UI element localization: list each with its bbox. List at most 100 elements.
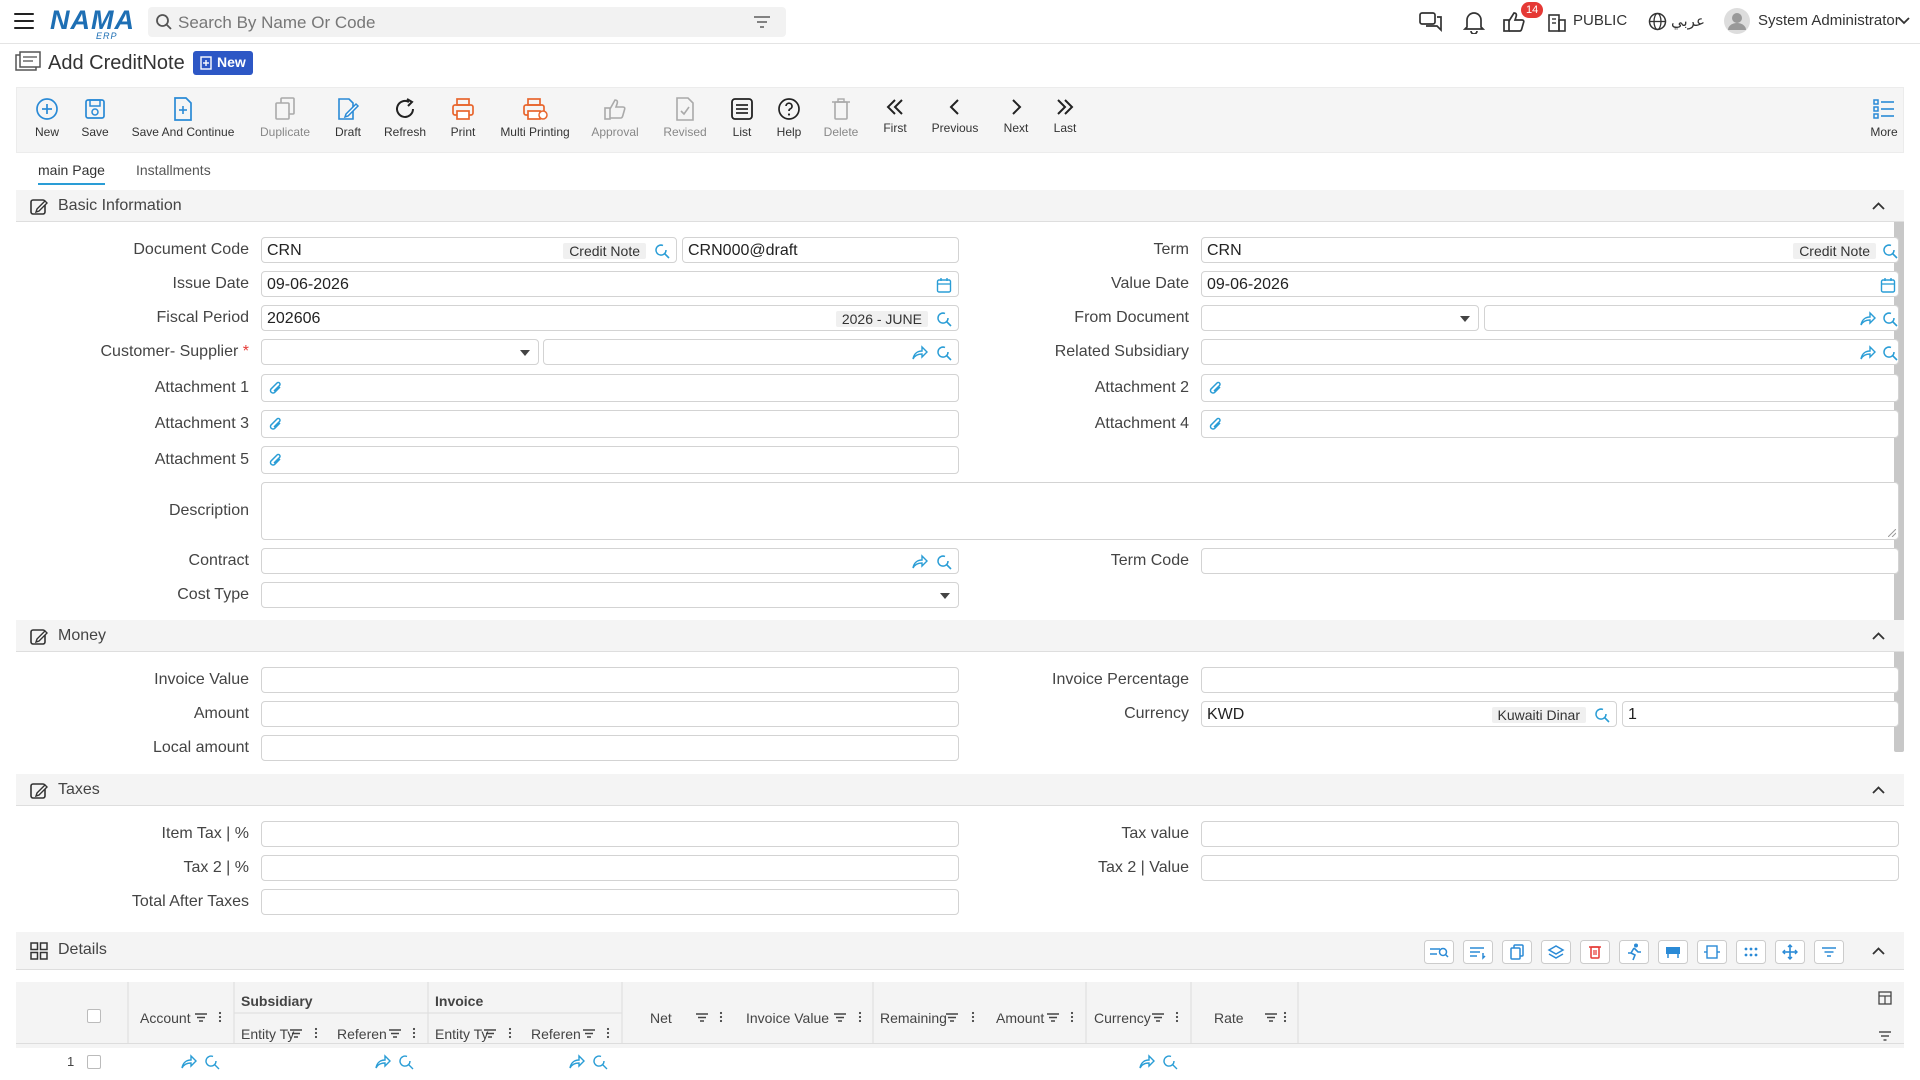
delete-row-icon[interactable]: [1580, 940, 1610, 964]
share-icon[interactable]: [1860, 311, 1876, 327]
share-icon[interactable]: [1860, 345, 1876, 361]
amount-field[interactable]: [261, 701, 959, 727]
lookup-icon[interactable]: [1882, 345, 1898, 361]
cost-type-select[interactable]: [261, 582, 959, 608]
lookup-icon[interactable]: [1594, 707, 1610, 723]
search-box[interactable]: Search By Name Or Code: [148, 7, 786, 37]
document-code-field[interactable]: CRN Credit Note: [261, 237, 677, 263]
last-button[interactable]: Last: [1050, 88, 1080, 154]
save-and-continue-button[interactable]: Save And Continue: [130, 88, 236, 154]
currency-field[interactable]: KWD Kuwaiti Dinar: [1201, 701, 1617, 727]
lookup-icon[interactable]: [1882, 311, 1898, 327]
first-button[interactable]: First: [880, 88, 910, 154]
attachment-2-field[interactable]: [1201, 374, 1899, 402]
local-amount-field[interactable]: [261, 735, 959, 761]
search-rows-icon[interactable]: [1424, 940, 1454, 964]
table-row[interactable]: 1: [16, 1048, 1904, 1080]
help-button[interactable]: Help: [773, 88, 805, 154]
document-number-field[interactable]: CRN000@draft: [682, 237, 959, 263]
search-input[interactable]: Search By Name Or Code: [178, 13, 375, 33]
paperclip-icon[interactable]: [1208, 416, 1224, 433]
calendar-icon[interactable]: [936, 277, 952, 293]
company-name[interactable]: PUBLIC: [1573, 12, 1627, 29]
chevron-up-icon[interactable]: [1872, 786, 1885, 794]
chevron-up-icon[interactable]: [1872, 947, 1885, 955]
user-name[interactable]: System Administrator: [1758, 12, 1900, 29]
lookup-icon[interactable]: [936, 311, 952, 327]
avatar[interactable]: [1724, 8, 1750, 34]
revised-button[interactable]: Revised: [660, 88, 710, 154]
customer-supplier-select[interactable]: [261, 339, 539, 365]
bell-icon[interactable]: [1463, 10, 1485, 34]
previous-button[interactable]: Previous: [928, 88, 982, 154]
chat-icon[interactable]: [1419, 11, 1443, 33]
save-button[interactable]: Save: [77, 88, 113, 154]
share-icon[interactable]: [912, 345, 928, 361]
fit-columns-icon[interactable]: [1697, 940, 1727, 964]
invoice-percentage-field[interactable]: [1201, 667, 1899, 693]
filter-icon[interactable]: [1814, 940, 1844, 964]
contract-field[interactable]: [261, 548, 959, 574]
table-settings-icon[interactable]: [1658, 940, 1688, 964]
more-button[interactable]: More: [1867, 88, 1901, 154]
description-textarea[interactable]: [261, 482, 1899, 540]
issue-date-field[interactable]: 09-06-2026: [261, 271, 959, 297]
section-money[interactable]: Money: [16, 620, 1904, 652]
tax2-field[interactable]: [261, 855, 959, 881]
value-date-field[interactable]: 09-06-2026: [1201, 271, 1899, 297]
duplicate-button[interactable]: Duplicate: [257, 88, 313, 154]
run-icon[interactable]: [1619, 940, 1649, 964]
section-taxes[interactable]: Taxes: [16, 774, 1904, 806]
print-button[interactable]: Print: [445, 88, 481, 154]
new-button[interactable]: New: [28, 88, 66, 154]
next-button[interactable]: Next: [1000, 88, 1032, 154]
lookup-icon[interactable]: [936, 345, 952, 361]
grid-columns-icon[interactable]: [1878, 991, 1892, 1005]
delete-button[interactable]: Delete: [821, 88, 861, 154]
layers-icon[interactable]: [1541, 940, 1571, 964]
related-subsidiary-field[interactable]: [1201, 339, 1899, 365]
paperclip-icon[interactable]: [268, 452, 284, 469]
chevron-up-icon[interactable]: [1872, 632, 1885, 640]
lookup-icon[interactable]: [1882, 243, 1898, 259]
resize-handle-icon[interactable]: [1888, 529, 1896, 537]
from-document-select[interactable]: [1201, 305, 1479, 331]
grid-filter-icon[interactable]: [1878, 1030, 1892, 1042]
draft-button[interactable]: Draft: [331, 88, 365, 154]
attachment-5-field[interactable]: [261, 446, 959, 474]
section-basic-information[interactable]: Basic Information: [16, 190, 1904, 222]
chevron-up-icon[interactable]: [1872, 202, 1885, 210]
from-document-field[interactable]: [1484, 305, 1899, 331]
term-code-field[interactable]: [1201, 548, 1899, 574]
tab-installments[interactable]: Installments: [136, 162, 211, 178]
calendar-icon[interactable]: [1880, 277, 1896, 293]
currency-rate-field[interactable]: 1: [1622, 701, 1899, 727]
dots-grid-icon[interactable]: [1736, 940, 1766, 964]
paperclip-icon[interactable]: [1208, 380, 1224, 397]
add-row-icon[interactable]: [1463, 940, 1493, 964]
share-icon[interactable]: [912, 554, 928, 570]
lookup-icon[interactable]: [936, 554, 952, 570]
approval-button[interactable]: Approval: [588, 88, 642, 154]
multi-printing-button[interactable]: Multi Printing: [496, 88, 574, 154]
language-switch[interactable]: عربي: [1671, 12, 1705, 30]
logo[interactable]: NAMA ERP: [50, 5, 135, 41]
attachment-1-field[interactable]: [261, 374, 959, 402]
globe-icon[interactable]: [1648, 12, 1667, 31]
move-icon[interactable]: [1775, 940, 1805, 964]
tax-value-field[interactable]: [1201, 821, 1899, 847]
fiscal-period-field[interactable]: 202606 2026 - JUNE: [261, 305, 959, 331]
row-action-icons[interactable]: [16, 1048, 1216, 1080]
chevron-down-icon[interactable]: [1898, 17, 1910, 25]
refresh-button[interactable]: Refresh: [380, 88, 430, 154]
paperclip-icon[interactable]: [268, 416, 284, 433]
tab-main-page[interactable]: main Page: [38, 162, 105, 185]
filter-icon[interactable]: [754, 15, 770, 29]
lookup-icon[interactable]: [654, 243, 670, 259]
attachment-4-field[interactable]: [1201, 410, 1899, 438]
customer-supplier-field[interactable]: [543, 339, 959, 365]
menu-icon[interactable]: [14, 13, 34, 30]
term-field[interactable]: CRN Credit Note: [1201, 237, 1899, 263]
copy-icon[interactable]: [1502, 940, 1532, 964]
section-details[interactable]: Details: [16, 932, 1904, 970]
